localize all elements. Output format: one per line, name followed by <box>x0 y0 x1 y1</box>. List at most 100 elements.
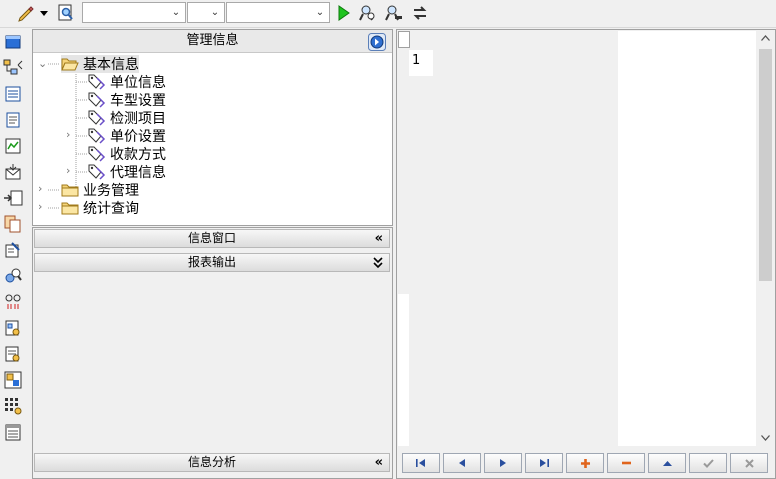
list-icon[interactable] <box>3 84 23 104</box>
section-info-window-title: 信息窗口 <box>187 231 236 245</box>
chevron-right-icon[interactable]: › <box>66 128 70 141</box>
tree-item-label: 收款方式 <box>110 147 166 163</box>
section-report-output-title: 报表输出 <box>187 255 236 269</box>
run-icon[interactable] <box>334 3 354 23</box>
copy-icon[interactable] <box>3 214 23 234</box>
nav-first-button[interactable] <box>402 453 440 473</box>
chevron-down-icon[interactable]: ⌄ <box>313 5 327 20</box>
tree-item-statistics-query[interactable]: 统计查询 <box>61 199 139 217</box>
folder-icon <box>61 201 79 215</box>
grid-empty-area <box>618 31 756 446</box>
chevron-down-icon[interactable]: ⌄ <box>208 5 222 20</box>
chart-icon[interactable] <box>3 136 23 156</box>
tree-item-unit-price[interactable]: 单价设置 <box>88 127 166 145</box>
preview-icon[interactable] <box>56 3 76 23</box>
tree-item-payment-method[interactable]: 收款方式 <box>88 145 166 163</box>
tree-panel-title: 管理信息 <box>186 33 239 48</box>
section-info-window-header[interactable]: 信息窗口 « <box>34 229 390 248</box>
tag-icon <box>88 92 106 108</box>
first-record-icon <box>415 458 427 468</box>
tag-icon <box>88 110 106 126</box>
scroll-down-icon[interactable] <box>761 435 770 441</box>
double-chevron-left-icon[interactable]: « <box>375 230 383 247</box>
combo-1[interactable]: ⌄ <box>82 2 186 23</box>
document-icon[interactable] <box>3 110 23 130</box>
tag-icon <box>88 128 106 144</box>
search-user-icon[interactable] <box>3 266 23 286</box>
tree-item-label: 车型设置 <box>110 93 166 109</box>
clipboard-icon[interactable] <box>3 422 23 442</box>
nav-next-button[interactable] <box>484 453 522 473</box>
tree-item-label: 检测项目 <box>110 111 166 127</box>
chevron-right-icon[interactable]: › <box>66 164 70 177</box>
section-info-analysis-header[interactable]: 信息分析 « <box>34 453 390 472</box>
chevron-right-icon[interactable]: › <box>38 182 42 195</box>
tree-item-inspection-items[interactable]: 检测项目 <box>88 109 166 127</box>
link-icon[interactable] <box>3 292 23 312</box>
chevron-down-icon[interactable]: ⌄ <box>169 5 183 20</box>
tree-item-label: 基本信息 <box>83 57 139 73</box>
row-number-cell[interactable]: 1 <box>409 50 433 76</box>
grid-icon[interactable] <box>3 396 23 416</box>
tools-icon[interactable] <box>3 240 23 260</box>
vertical-scrollbar[interactable] <box>757 31 774 446</box>
find-next-icon[interactable] <box>384 3 404 23</box>
tag-icon <box>88 164 106 180</box>
tree-item-label: 单价设置 <box>110 129 166 145</box>
tree-item-business-management[interactable]: 业务管理 <box>61 181 139 199</box>
left-icon-strip <box>0 28 28 479</box>
refresh-icon[interactable] <box>410 3 430 23</box>
double-chevron-down-icon[interactable] <box>373 254 383 269</box>
export-icon[interactable] <box>3 188 23 208</box>
tree-item-vehicle-type[interactable]: 车型设置 <box>88 91 166 109</box>
nav-prior-button[interactable] <box>443 453 481 473</box>
tree-item-label: 代理信息 <box>110 165 166 181</box>
main-toolbar: ⌄ ⌄ ⌄ <box>0 0 776 28</box>
combo-2[interactable]: ⌄ <box>187 2 225 23</box>
prior-record-icon <box>457 458 467 468</box>
folder-open-icon <box>61 57 79 71</box>
tree-panel-header: 管理信息 <box>33 30 392 53</box>
tag-icon <box>88 74 106 90</box>
double-chevron-left-icon[interactable]: « <box>375 454 383 471</box>
chevron-down-icon[interactable]: ⌄ <box>38 57 47 70</box>
tag-icon <box>88 146 106 162</box>
chevron-right-icon[interactable]: › <box>38 200 42 213</box>
find-icon[interactable] <box>358 3 378 23</box>
row-indicator-empty <box>398 294 409 446</box>
report-settings-icon[interactable] <box>3 344 23 364</box>
nav-last-button[interactable] <box>525 453 563 473</box>
tree-item-label: 业务管理 <box>83 183 139 199</box>
tree-item-basic-info[interactable]: 基本信息 <box>61 55 139 73</box>
nav-insert-button[interactable] <box>566 453 604 473</box>
tree-item-unit-info[interactable]: 单位信息 <box>88 73 166 91</box>
nav-cancel-button[interactable] <box>730 453 768 473</box>
scroll-thumb[interactable] <box>759 49 772 281</box>
cross-icon <box>744 458 754 468</box>
scroll-up-icon[interactable] <box>761 35 770 41</box>
management-tree-panel: 管理信息 ⌄ 基本信息 单位信息 车型设置 检测项目 › 单价设置 收款方式 ›… <box>32 29 393 226</box>
folder-icon <box>61 183 79 197</box>
last-record-icon <box>538 458 550 468</box>
layout-icon[interactable] <box>3 370 23 390</box>
dropdown-arrow-icon[interactable] <box>38 3 50 23</box>
hierarchy-icon[interactable] <box>3 58 23 78</box>
nav-post-button[interactable] <box>689 453 727 473</box>
triangle-up-icon <box>662 460 673 467</box>
next-record-icon <box>498 458 508 468</box>
mail-icon[interactable] <box>3 162 23 182</box>
combo-3[interactable]: ⌄ <box>226 2 330 23</box>
tree-item-label: 单位信息 <box>110 75 166 91</box>
report-icon[interactable] <box>3 318 23 338</box>
grid-corner-cell[interactable] <box>398 31 410 48</box>
nav-edit-button[interactable] <box>648 453 686 473</box>
tree-item-agent-info[interactable]: 代理信息 <box>88 163 166 181</box>
collapse-panel-icon[interactable] <box>368 33 386 51</box>
window-icon[interactable] <box>3 32 23 52</box>
section-info-analysis-title: 信息分析 <box>187 455 236 469</box>
plus-icon <box>580 458 591 469</box>
nav-delete-button[interactable] <box>607 453 645 473</box>
minus-icon <box>621 461 632 465</box>
pencil-icon[interactable] <box>16 3 36 23</box>
section-report-output-header[interactable]: 报表输出 <box>34 253 390 272</box>
